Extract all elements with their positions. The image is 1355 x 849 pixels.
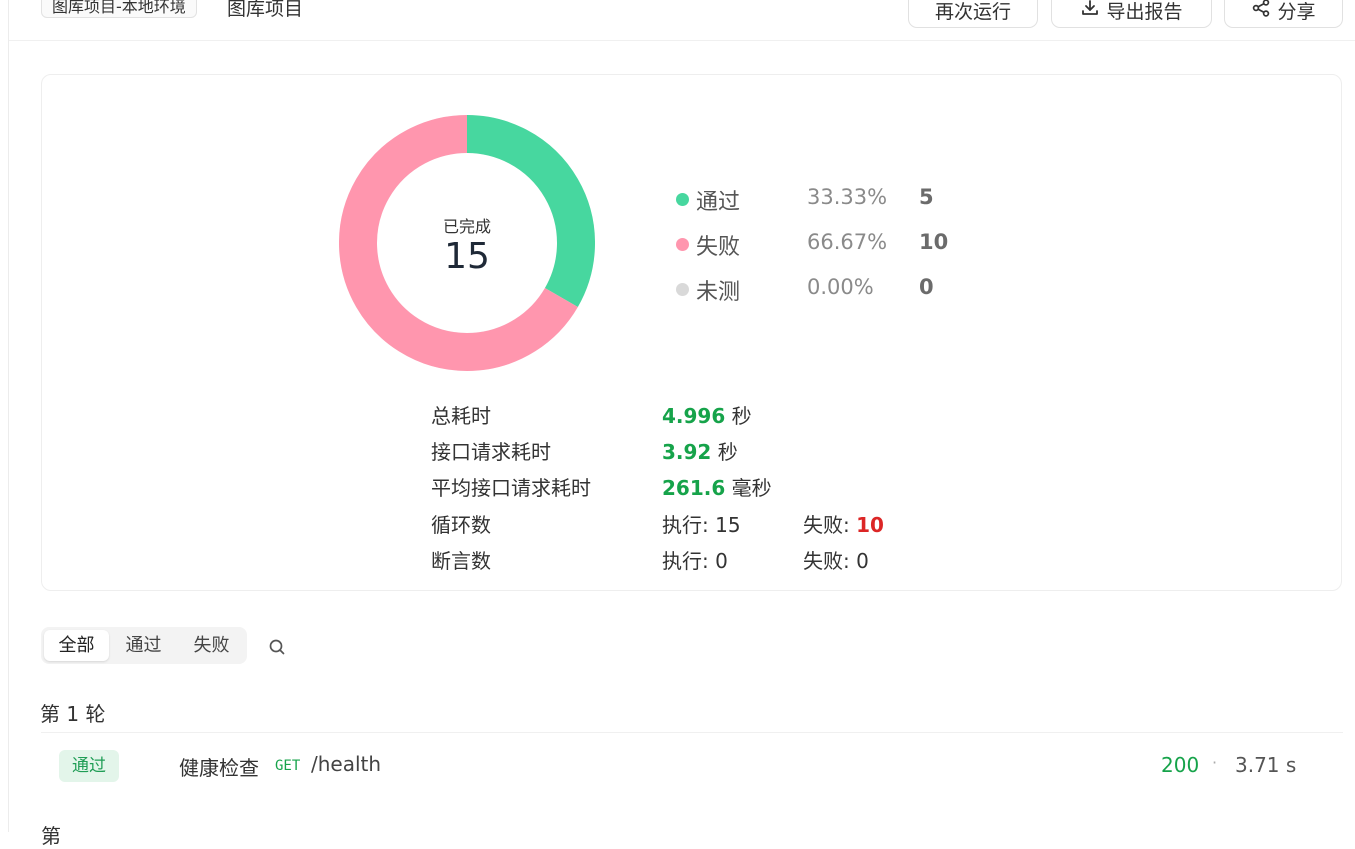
avg-time-value: 261.6 毫秒 [662,472,772,501]
tab-all[interactable]: 全部 [44,630,109,661]
legend-count: 5 [919,185,934,209]
api-time-number: 3.92 [662,440,712,464]
legend-count: 0 [919,275,934,299]
separator-dot: · [1212,753,1218,772]
completed-label: 已完成 [442,217,491,236]
total-time-number: 4.996 [662,404,726,428]
divider [41,732,1343,733]
legend-name: 未测 [696,280,741,305]
loop-fail-label: 失败: [803,513,857,537]
response-time: 3.71 s [1235,753,1297,777]
completed-count: 15 [444,236,490,277]
api-time-value: 3.92 秒 [662,436,738,465]
share-button[interactable]: 分享 [1224,0,1343,28]
avg-time-unit: 毫秒 [731,476,772,500]
environment-tag: 图库项目-本地环境 [41,0,197,18]
left-border [8,0,9,832]
legend-item-untested: 未测 0.00% 0 [676,274,976,305]
legend-percent: 66.67% [807,230,888,254]
response-status-code: 200 [1161,753,1200,777]
request-method: GET [275,758,301,774]
api-time-unit: 秒 [717,440,738,464]
total-time-value: 4.996 秒 [662,400,752,429]
result-filter-tabs: 全部 通过 失败 [41,627,247,664]
download-icon [1080,0,1100,23]
request-name: 健康检查 [179,756,259,780]
tab-fail[interactable]: 失败 [179,630,244,661]
share-icon [1251,0,1271,23]
assertion-count-label: 断言数 [431,549,491,573]
total-time-unit: 秒 [731,404,752,428]
status-badge: 通过 [59,750,119,782]
legend-name: 失败 [696,235,741,260]
untested-dot-icon [676,283,689,296]
legend-item-fail: 失败 66.67% 10 [676,229,976,260]
loop-exec: 执行: 15 [662,513,741,537]
loop-fail: 失败: 10 [803,509,884,538]
share-label: 分享 [1277,0,1316,23]
legend-name: 通过 [696,190,741,215]
project-name: 图库项目 [227,0,304,20]
request-path: /health [311,752,382,776]
export-label: 导出报告 [1106,0,1183,23]
total-time-label: 总耗时 [431,404,491,428]
avg-time-number: 261.6 [662,476,726,500]
legend-percent: 0.00% [807,275,874,299]
assertion-exec: 执行: 0 [662,549,728,573]
rerun-button[interactable]: 再次运行 [908,0,1038,28]
next-round-title: 第 [41,824,61,848]
avg-time-label: 平均接口请求耗时 [431,476,591,500]
loop-count-label: 循环数 [431,513,491,537]
legend-item-pass: 通过 33.33% 5 [676,184,976,215]
tab-pass[interactable]: 通过 [111,630,176,661]
loop-fail-value: 10 [856,513,884,537]
rerun-label: 再次运行 [934,0,1011,23]
export-report-button[interactable]: 导出报告 [1051,0,1212,28]
round-title: 第 1 轮 [40,702,106,726]
api-time-label: 接口请求耗时 [431,440,551,464]
report-header: 图库项目-本地环境 图库项目 再次运行 导出报告 分享 [9,0,1355,41]
assertion-fail: 失败: 0 [803,549,869,573]
fail-dot-icon [676,238,689,251]
legend-percent: 33.33% [807,185,888,209]
legend-count: 10 [919,230,949,254]
search-icon[interactable] [267,637,287,657]
pass-dot-icon [676,193,689,206]
